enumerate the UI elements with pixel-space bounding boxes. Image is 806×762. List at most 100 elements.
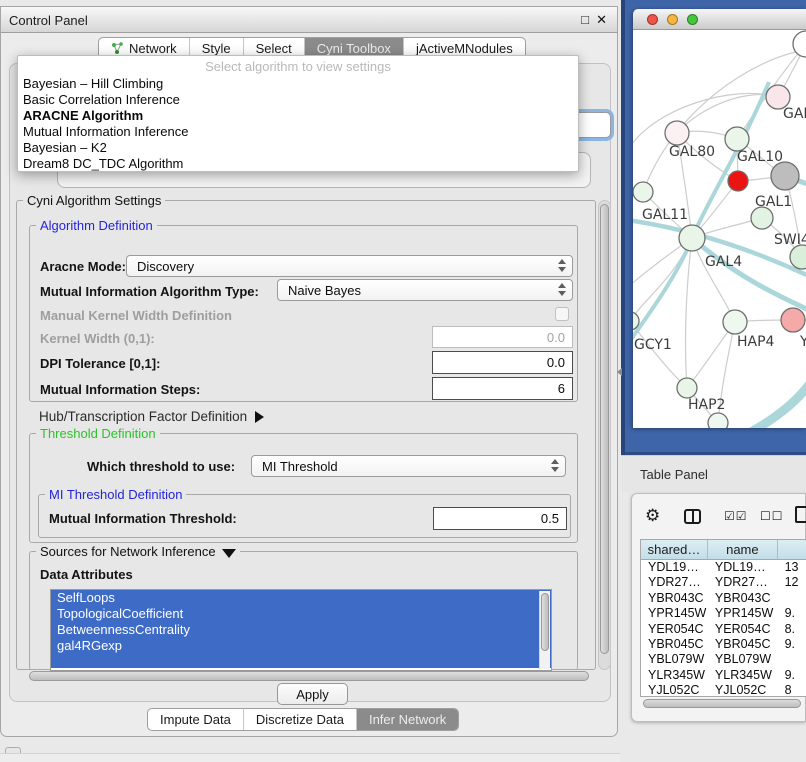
table-settings-gear-icon[interactable]: ⚙ (645, 506, 660, 526)
apply-button-label: Apply (296, 687, 329, 702)
network-edge[interactable] (633, 321, 687, 388)
mi-algorithm-type-combobox[interactable]: Naive Bayes (277, 279, 573, 301)
aracne-mode-value: Discovery (137, 259, 194, 274)
algorithm-list: Bayesian – Hill ClimbingBasic Correlatio… (18, 76, 578, 172)
tab-infer-network[interactable]: Infer Network (356, 709, 458, 730)
settings-horizontal-scrollbar[interactable] (26, 670, 597, 682)
stepper-arrows-icon (551, 459, 559, 472)
algorithm-option-aracne-algorithm[interactable]: ARACNE Algorithm (18, 108, 578, 124)
table-row[interactable]: YJL052CYJL052C8 (641, 683, 806, 697)
network-node[interactable] (728, 171, 748, 191)
attribute-item-topologicalcoefficient[interactable]: TopologicalCoefficient (51, 606, 551, 622)
algorithm-option-dream8-dc-tdc-algorithm[interactable]: Dream8 DC_TDC Algorithm (18, 156, 578, 172)
network-edge[interactable] (686, 238, 692, 388)
kernel-width-field[interactable]: 0.0 (432, 326, 573, 348)
algorithm-option-mutual-information-inference[interactable]: Mutual Information Inference (18, 124, 578, 140)
network-node[interactable] (790, 245, 806, 269)
control-panel-titlebar[interactable]: Control Panel □ ✕ (1, 7, 617, 33)
mi-steps-field[interactable]: 6 (432, 377, 573, 400)
attributes-scrollbar[interactable] (539, 591, 550, 669)
algorithm-option-bayesian-hill-climbing[interactable]: Bayesian – Hill Climbing (18, 76, 578, 92)
tab-discretize-data[interactable]: Discretize Data (243, 709, 356, 730)
collapse-down-icon[interactable] (222, 549, 236, 558)
column-header-partial[interactable] (778, 540, 806, 560)
table-cell: 8. (778, 622, 806, 637)
network-node[interactable] (723, 310, 747, 334)
mi-threshold-definition-title: MI Threshold Definition (45, 487, 186, 502)
which-threshold-combobox[interactable]: MI Threshold (251, 455, 566, 477)
network-node[interactable] (751, 207, 773, 229)
table-row[interactable]: YER054CYER054C8. (641, 622, 806, 637)
attribute-item-selfloops[interactable]: SelfLoops (51, 590, 551, 606)
network-node[interactable] (793, 31, 806, 57)
node-label-hap2: HAP2 (688, 397, 725, 413)
mi-steps-label: Mutual Information Steps: (40, 382, 200, 397)
stepper-arrows-icon (558, 259, 566, 272)
network-node[interactable] (665, 121, 689, 145)
table-cell: YDR27… (641, 575, 708, 590)
network-node[interactable] (725, 127, 749, 151)
table-cell: YBR043C (708, 591, 778, 606)
aracne-mode-combobox[interactable]: Discovery (126, 255, 573, 277)
network-node[interactable] (633, 182, 653, 202)
table-row[interactable]: YPR145WYPR145W9. (641, 606, 806, 621)
table-cell: 8 (778, 683, 806, 697)
table-cell: 12 (778, 575, 806, 590)
close-traffic-light[interactable] (647, 14, 658, 25)
table-horizontal-scrollbar[interactable] (640, 698, 806, 710)
mi-threshold-field[interactable]: 0.5 (433, 507, 567, 530)
zoom-traffic-light[interactable] (687, 14, 698, 25)
close-panel-icon[interactable]: ✕ (596, 12, 607, 28)
network-window-titlebar[interactable] (633, 9, 806, 30)
network-edge[interactable] (633, 238, 692, 321)
network-edge[interactable] (692, 238, 735, 322)
float-window-icon[interactable]: □ (581, 12, 589, 27)
column-selector-icon[interactable] (684, 509, 701, 524)
select-all-checkboxes-icon[interactable]: ☑☑ (724, 509, 748, 523)
table-horizontal-thumb[interactable] (643, 699, 801, 708)
attribute-item-partial[interactable] (51, 654, 551, 668)
table-cell: YBR045C (708, 637, 778, 652)
table-row[interactable]: YBR045CYBR045C9. (641, 637, 806, 652)
mi-steps-value: 6 (558, 381, 565, 396)
minimize-traffic-light[interactable] (667, 14, 678, 25)
network-canvas[interactable]: GAL7GAL80GAL10GAL1GAL11SWI4GAL4GCY1HAP4Y… (633, 30, 806, 428)
expand-right-icon[interactable] (255, 411, 264, 423)
algorithm-select-popup: Select algorithm to view settings Bayesi… (17, 55, 579, 172)
dpi-tolerance-field[interactable]: 0.0 (432, 351, 573, 374)
export-table-icon[interactable] (795, 506, 806, 523)
data-attributes-list[interactable]: SelfLoopsTopologicalCoefficientBetweenne… (50, 589, 552, 671)
attributes-scrollbar-thumb[interactable] (541, 593, 549, 651)
deselect-all-checkboxes-icon[interactable]: ☐☐ (760, 509, 784, 523)
sources-title[interactable]: Sources for Network Inference (36, 544, 240, 559)
settings-horizontal-thumb[interactable] (29, 671, 589, 681)
table-row[interactable]: YDL19…YDL19…13 (641, 560, 806, 575)
table-row[interactable]: YBR043CYBR043C (641, 591, 806, 606)
settings-vertical-scrollbar[interactable] (598, 200, 611, 670)
node-label-gal10: GAL10 (737, 149, 783, 165)
network-edge[interactable] (751, 382, 806, 428)
algorithm-option-basic-correlation-inference[interactable]: Basic Correlation Inference (18, 92, 578, 108)
table-row[interactable]: YDR27…YDR27…12 (641, 575, 806, 590)
settings-vertical-thumb[interactable] (600, 204, 609, 654)
table-row[interactable]: YLR345WYLR345W9. (641, 668, 806, 683)
manual-kernel-width-checkbox[interactable] (555, 307, 569, 321)
network-node[interactable] (781, 308, 805, 332)
table-body: YDL19…YDL19…13YDR27…YDR27…12YBR043CYBR04… (641, 560, 806, 697)
panel-splitter-handle[interactable] (617, 368, 622, 376)
tab-impute-data[interactable]: Impute Data (148, 709, 243, 730)
apply-button[interactable]: Apply (277, 683, 348, 705)
column-header-name[interactable]: name (708, 540, 778, 560)
network-node[interactable] (771, 162, 799, 190)
network-node[interactable] (708, 413, 728, 428)
attribute-item-betweennesscentrality[interactable]: BetweennessCentrality (51, 622, 551, 638)
algorithm-option-bayesian-k2[interactable]: Bayesian – K2 (18, 140, 578, 156)
column-header-shared[interactable]: shared… (641, 540, 708, 560)
network-node[interactable] (677, 378, 697, 398)
hub-definition-expander[interactable]: Hub/Transcription Factor Definition (39, 409, 264, 424)
table-panel-header: Table Panel (621, 455, 806, 492)
network-node[interactable] (679, 225, 705, 251)
attribute-item-gal4rgexp[interactable]: gal4RGexp (51, 638, 551, 654)
table-cell: YJL052C (708, 683, 778, 697)
table-row[interactable]: YBL079WYBL079W (641, 652, 806, 667)
